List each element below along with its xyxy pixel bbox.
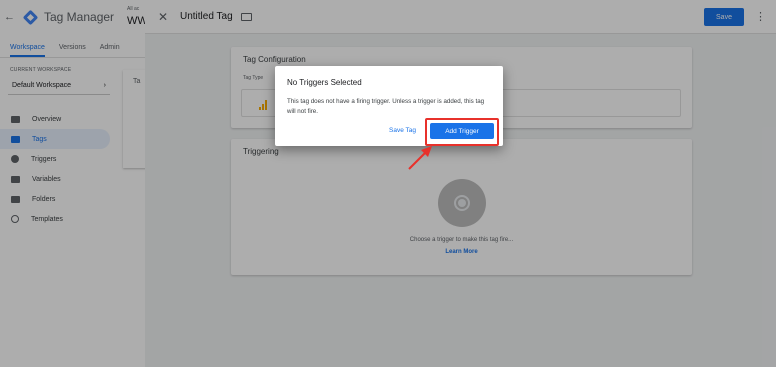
- sidebar-item-tags[interactable]: Tags: [0, 129, 110, 149]
- chevron-right-icon: ›: [103, 82, 106, 89]
- tab-versions[interactable]: Versions: [59, 44, 86, 57]
- folder-icon: [11, 195, 20, 203]
- tab-admin[interactable]: Admin: [100, 44, 120, 57]
- sidebar-item-folders[interactable]: Folders: [0, 189, 145, 209]
- workspace-background: ← Tag Manager All ac WW Workspace Versio…: [0, 0, 148, 367]
- tag-manager-logo-icon: [22, 9, 39, 26]
- sidebar-item-templates[interactable]: Templates: [0, 209, 145, 229]
- workspace-name: Default Workspace: [12, 82, 72, 89]
- workspace-tabs: Workspace Versions Admin: [0, 34, 145, 58]
- folder-icon[interactable]: [240, 12, 252, 21]
- more-vert-icon[interactable]: ⋮: [755, 10, 766, 23]
- annotation-highlight-box: [425, 118, 499, 146]
- folder-icon: [11, 115, 20, 123]
- card-title: Tag Configuration: [243, 55, 306, 64]
- save-tag-button[interactable]: Save Tag: [389, 127, 416, 134]
- tab-workspace[interactable]: Workspace: [10, 44, 45, 57]
- tag-name-title[interactable]: Untitled Tag: [180, 11, 233, 22]
- dialog-message: This tag does not have a firing trigger.…: [287, 98, 485, 115]
- tag-type-label: Tag Type: [243, 75, 264, 81]
- back-arrow-icon[interactable]: ←: [4, 11, 18, 23]
- trigger-placeholder-icon[interactable]: [438, 179, 486, 227]
- app-header: ← Tag Manager All ac WW: [0, 0, 148, 34]
- workspace-selector[interactable]: Default Workspace ›: [8, 77, 110, 95]
- learn-more-link[interactable]: Learn More: [231, 249, 692, 255]
- trigger-icon: [11, 155, 19, 163]
- account-label: All ac: [127, 6, 140, 12]
- trigger-prompt-text: Choose a trigger to make this tag fire..…: [409, 237, 514, 243]
- app-title: Tag Manager: [44, 10, 115, 24]
- close-icon[interactable]: ✕: [158, 10, 172, 24]
- editor-header: ✕ Untitled Tag Save ⋮: [145, 0, 776, 34]
- triggering-card[interactable]: Triggering Choose a trigger to make this…: [231, 139, 692, 275]
- save-button[interactable]: Save: [704, 8, 744, 26]
- card-title: Triggering: [243, 147, 279, 156]
- sidebar-item-variables[interactable]: Variables: [0, 169, 145, 189]
- dialog-title: No Triggers Selected: [287, 78, 362, 87]
- analytics-icon: [258, 100, 268, 110]
- annotation-arrow-icon: [408, 146, 432, 170]
- tag-editor-panel: ✕ Untitled Tag Save ⋮ Tag Configuration …: [145, 0, 776, 367]
- variable-icon: [11, 175, 20, 183]
- template-icon: [11, 215, 19, 223]
- tag-icon: [11, 135, 20, 143]
